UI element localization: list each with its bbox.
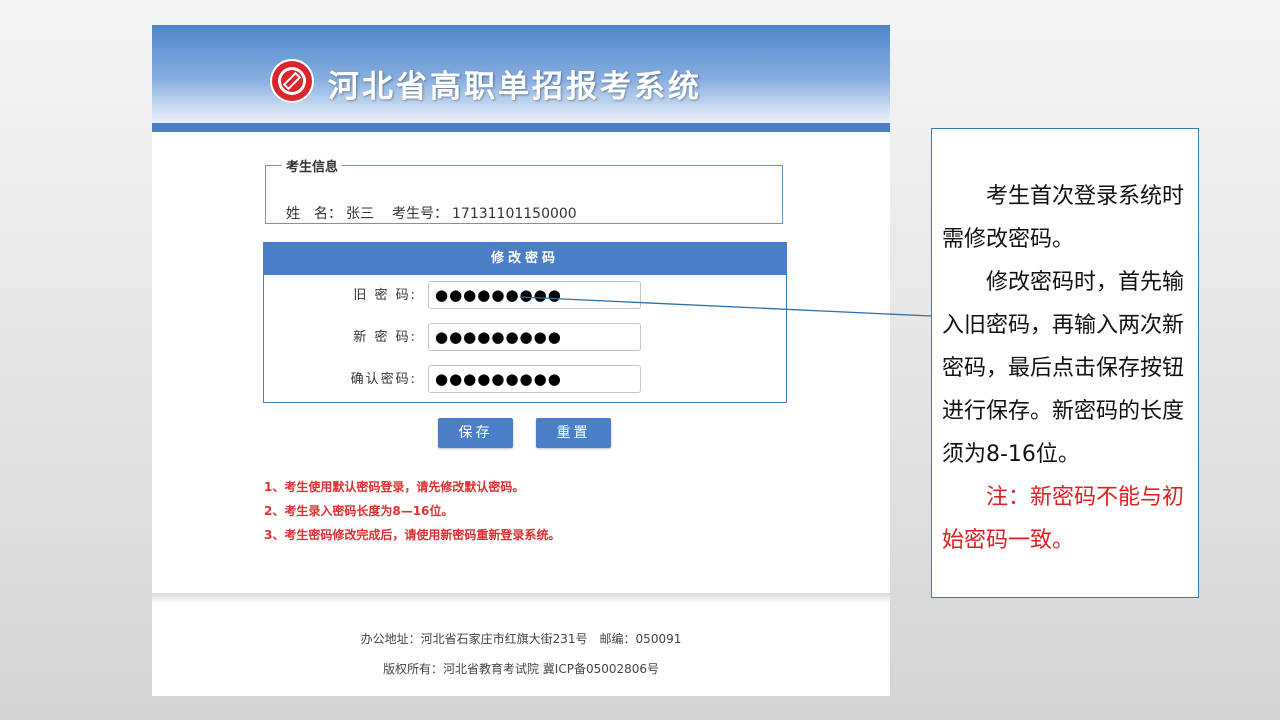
reset-button[interactable]: 重置	[536, 418, 611, 448]
header-banner: 河北省高职单招报考系统	[152, 25, 890, 123]
student-info-group: 考生信息 姓 名： 张三 考生号： 17131101150000	[265, 156, 783, 224]
exam-authority-logo-icon	[270, 59, 314, 103]
callout-paragraph: 修改密码时，首先输入旧密码，再输入两次新密码，最后点击保存按钮进行保存。新密码的…	[942, 270, 1185, 467]
confirm-password-row: 确认密码: ●●●●●●●●●	[264, 365, 786, 395]
callout-box: 考生首次登录系统时需修改密码。 修改密码时，首先输入旧密码，再输入两次新密码，最…	[931, 128, 1199, 598]
save-button[interactable]: 保存	[438, 418, 513, 448]
old-password-input[interactable]: ●●●●●●●●●	[428, 281, 641, 309]
callout-note: 注：新密码不能与初始密码一致。	[942, 485, 1185, 553]
new-password-input[interactable]: ●●●●●●●●●	[428, 323, 641, 351]
app-window: 河北省高职单招报考系统 考生信息 姓 名： 张三 考生号： 1713110115000…	[152, 25, 890, 696]
name-label: 姓 名：	[286, 206, 342, 222]
new-password-row: 新 密 码: ●●●●●●●●●	[264, 323, 786, 353]
footer-copyright: 版权所有：河北省教育考试院 冀ICP备05002806号	[382, 662, 660, 676]
footer-address: 办公地址：河北省石家庄市红旗大街231号 邮编：050091	[360, 632, 682, 646]
change-password-form: 修改密码 旧 密 码: ●●●●●●●●● 新 密 码: ●●●●●●●●● 确…	[263, 242, 787, 403]
footer-divider	[152, 593, 890, 603]
old-password-label: 旧 密 码:	[353, 288, 417, 303]
confirm-password-label: 确认密码:	[350, 372, 417, 387]
new-password-label: 新 密 码:	[353, 330, 417, 345]
callout-paragraph: 考生首次登录系统时需修改密码。	[942, 184, 1185, 252]
notice-item: 3、考生密码修改完成后，请使用新密码重新登录系统。	[264, 528, 561, 542]
student-info-row: 姓 名： 张三 考生号： 17131101150000	[286, 203, 581, 223]
student-id-label: 考生号：	[392, 206, 448, 222]
student-info-legend: 考生信息	[286, 160, 339, 175]
old-password-row: 旧 密 码: ●●●●●●●●●	[264, 281, 786, 311]
confirm-password-input[interactable]: ●●●●●●●●●	[428, 365, 641, 393]
notice-item: 2、考生录入密码长度为8—16位。	[264, 504, 454, 518]
app-title: 河北省高职单招报考系统	[328, 69, 702, 105]
name-value: 张三	[346, 206, 374, 222]
notice-list: 1、考生使用默认密码登录，请先修改默认密码。 2、考生录入密码长度为8—16位。…	[264, 477, 560, 549]
notice-item: 1、考生使用默认密码登录，请先修改默认密码。	[264, 480, 525, 494]
student-id-value: 17131101150000	[452, 206, 577, 222]
change-password-title: 修改密码	[264, 243, 786, 275]
header-bar	[152, 123, 890, 132]
